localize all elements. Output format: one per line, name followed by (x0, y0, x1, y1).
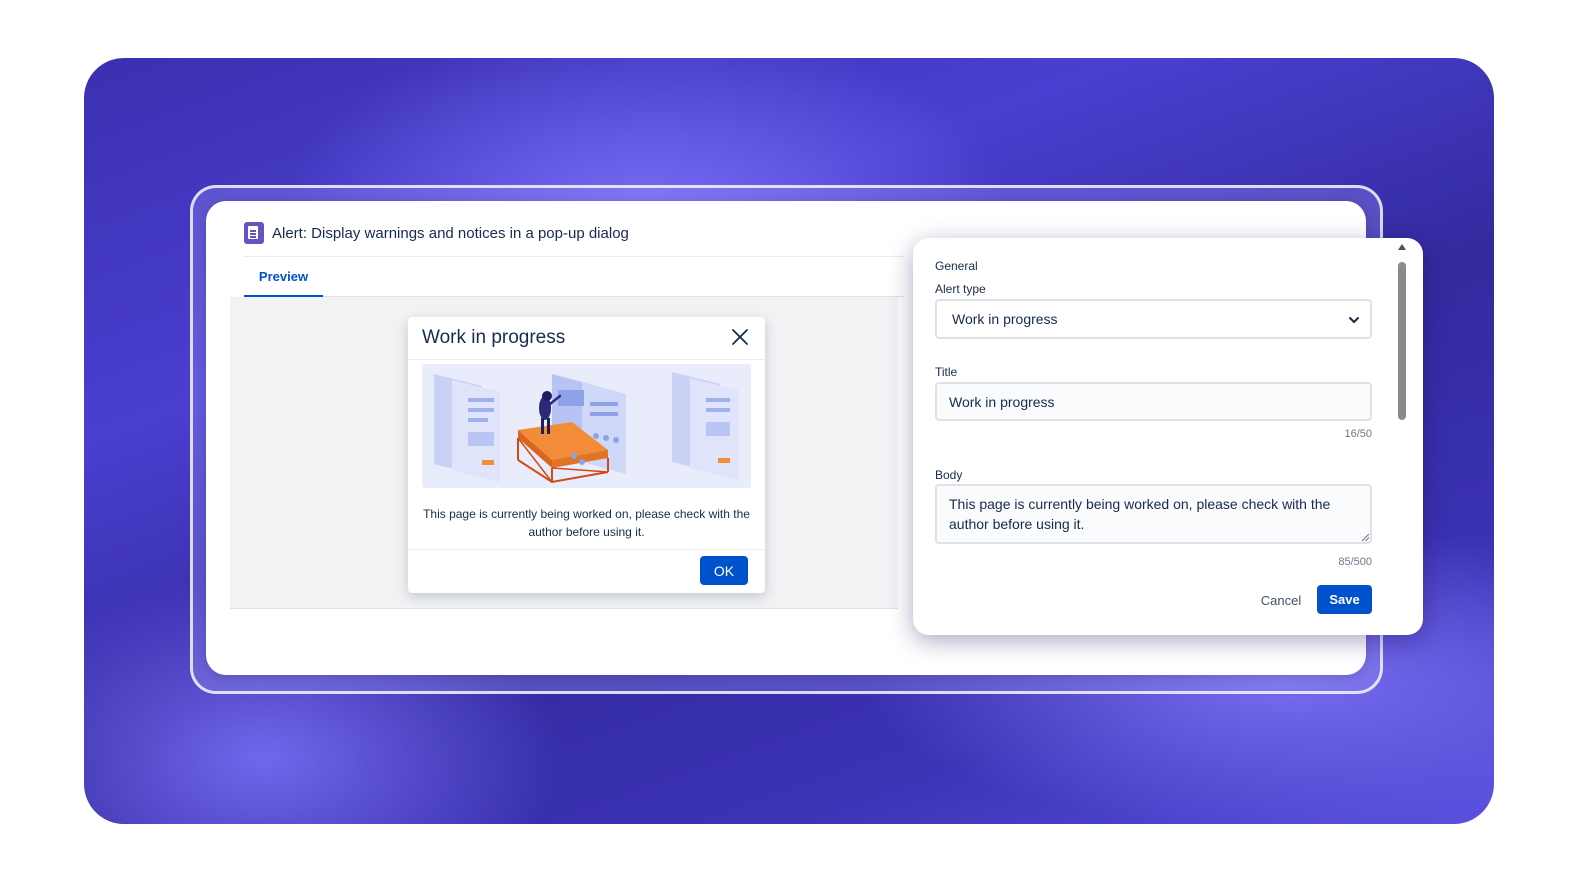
tab-preview[interactable]: Preview (244, 257, 323, 297)
alert-type-label: Alert type (935, 282, 986, 296)
title-char-counter: 16/50 (1344, 428, 1372, 440)
alert-header-divider (408, 359, 765, 360)
section-label-general: General (935, 259, 978, 273)
chevron-down-icon (1349, 317, 1359, 323)
body-textarea[interactable]: This page is currently being worked on, … (935, 484, 1372, 544)
close-icon[interactable] (730, 327, 750, 347)
person-building-pages-illustration (422, 364, 751, 488)
scrollbar[interactable] (1396, 244, 1408, 578)
scroll-up-arrow-icon[interactable] (1398, 244, 1406, 250)
window-title: Alert: Display warnings and notices in a… (272, 224, 629, 242)
document-icon (244, 222, 264, 244)
cancel-button[interactable]: Cancel (1253, 586, 1309, 614)
title-input[interactable] (935, 382, 1372, 421)
scrollbar-thumb[interactable] (1398, 262, 1406, 420)
settings-panel: General Alert type Work in progress Titl… (913, 238, 1423, 635)
preview-area: Work in progress This page is currently … (230, 297, 898, 609)
alert-type-select[interactable]: Work in progress (935, 299, 1372, 339)
resize-handle-icon[interactable] (1361, 533, 1370, 542)
title-label: Title (935, 365, 958, 379)
body-label: Body (935, 468, 963, 482)
body-char-counter: 85/500 (1338, 556, 1372, 568)
alert-type-selected-value: Work in progress (952, 311, 1058, 327)
alert-dialog: Work in progress This page is currently … (408, 317, 765, 593)
save-button[interactable]: Save (1317, 585, 1372, 614)
alert-footer-divider (408, 549, 765, 550)
tab-bar: Preview (244, 257, 904, 297)
alert-body-text: This page is currently being worked on, … (423, 507, 750, 539)
alert-title: Work in progress (422, 327, 566, 348)
window-header: Alert: Display warnings and notices in a… (244, 221, 629, 245)
ok-button[interactable]: OK (700, 556, 748, 585)
